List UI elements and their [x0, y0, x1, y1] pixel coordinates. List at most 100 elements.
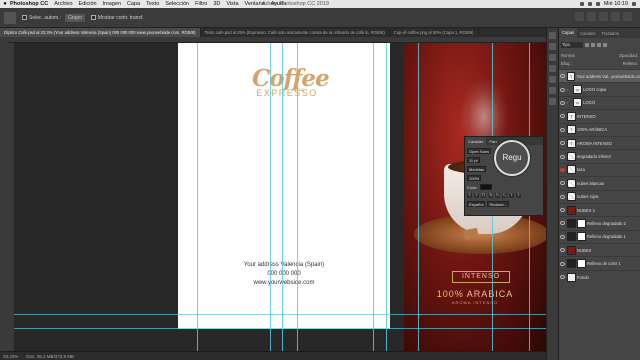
filter-pixel-icon[interactable]: [585, 42, 589, 47]
blend-mode-dropdown[interactable]: Normal: [561, 53, 575, 58]
layer-row[interactable]: NUBES 2: [559, 202, 640, 216]
eye-icon[interactable]: [560, 141, 565, 146]
menu-archivo[interactable]: Archivo: [54, 1, 72, 7]
history-icon[interactable]: [549, 32, 556, 39]
layer-name[interactable]: INTENSO: [577, 114, 596, 119]
guide-vertical[interactable]: [282, 43, 283, 351]
tab-cup-of-coffee[interactable]: Cup-of-coffee.png al 50% (Capa 1, RGB/8): [390, 28, 479, 37]
chevron-right-icon[interactable]: ›: [567, 87, 572, 92]
eye-icon[interactable]: [560, 194, 565, 199]
distribute-icon[interactable]: [611, 12, 620, 21]
guide-vertical[interactable]: [418, 43, 419, 351]
search-icon[interactable]: [632, 2, 636, 6]
tab-parrafo[interactable]: Párr: [486, 137, 500, 145]
chevron-right-icon[interactable]: ›: [567, 100, 572, 105]
layer-name[interactable]: taza: [577, 167, 585, 172]
eye-icon[interactable]: [560, 275, 565, 280]
small-caps-icon[interactable]: Tt: [488, 193, 493, 198]
layer-row[interactable]: T INTENSO: [559, 109, 640, 122]
layer-row[interactable]: nubes rojas: [559, 189, 640, 203]
layer-name[interactable]: Your address Val...yourwebside.com: [576, 74, 640, 79]
layer-row[interactable]: T 100% ARÁBICA: [559, 122, 640, 136]
layer-row[interactable]: T Your address Val...yourwebside.com: [559, 69, 640, 83]
menu-texto[interactable]: Texto: [146, 1, 159, 7]
guide-vertical[interactable]: [197, 43, 198, 351]
eye-icon[interactable]: [560, 261, 565, 266]
layer-name[interactable]: NUBES 2: [577, 208, 595, 213]
faux-bold-icon[interactable]: T: [467, 193, 472, 198]
guide-horizontal[interactable]: [14, 328, 546, 329]
layer-name[interactable]: AROMA INTENSO: [577, 141, 612, 146]
color-swatch[interactable]: [479, 184, 492, 190]
align-left-icon[interactable]: [575, 12, 584, 21]
layer-row[interactable]: NUBES: [559, 243, 640, 256]
paragraph-icon[interactable]: [549, 98, 556, 105]
auto-select-dropdown[interactable]: Grupo: [64, 13, 85, 22]
tab-texto-cafe[interactable]: Texto cafe.psd al 25% (Expresso: Café so…: [201, 28, 390, 37]
underline-icon[interactable]: T: [509, 193, 514, 198]
eye-icon[interactable]: [560, 167, 565, 172]
eye-icon[interactable]: [560, 221, 565, 226]
tab-caracter[interactable]: Carácter: [465, 137, 487, 145]
layer-name[interactable]: LOGO: [583, 100, 595, 105]
layer-row[interactable]: Relleno degradado 2: [559, 216, 640, 229]
layer-filter-dropdown[interactable]: Tipo: [561, 41, 583, 48]
eye-icon[interactable]: [560, 114, 565, 119]
tab-diptico[interactable]: Díptico Café.psd al 33,3% (Your address …: [0, 28, 201, 37]
eye-icon[interactable]: [560, 234, 565, 239]
wifi-icon[interactable]: [579, 2, 584, 6]
layer-name[interactable]: degradado inferior: [577, 154, 611, 159]
font-size-field[interactable]: 11 pt: [467, 157, 480, 163]
tab-capas[interactable]: Capas: [559, 28, 578, 38]
guide-horizontal[interactable]: [14, 314, 546, 315]
libraries-icon[interactable]: [549, 76, 556, 83]
auto-select-checkbox[interactable]: [22, 15, 27, 20]
layer-name[interactable]: Relleno degradado 2: [587, 221, 626, 226]
layer-row[interactable]: nubes blancas: [559, 176, 640, 189]
guide-vertical[interactable]: [386, 43, 387, 351]
layer-row[interactable]: T AROMA INTENSO: [559, 135, 640, 149]
filter-adjust-icon[interactable]: [591, 42, 595, 47]
eye-icon[interactable]: [560, 248, 565, 253]
layer-name[interactable]: nubes rojas: [577, 194, 599, 199]
menu-capa[interactable]: Capa: [127, 1, 140, 7]
layer-name[interactable]: Relleno degradado 1: [587, 234, 626, 239]
guide-vertical[interactable]: [373, 43, 374, 351]
menu-seleccion[interactable]: Selección: [165, 1, 189, 7]
battery-icon[interactable]: [587, 2, 592, 6]
layer-name[interactable]: LOGO copia: [583, 87, 606, 92]
menu-3d[interactable]: 3D: [213, 1, 220, 7]
eye-icon[interactable]: [560, 100, 565, 105]
tab-canales[interactable]: Canales: [577, 31, 598, 36]
layer-row[interactable]: Relleno degradado 1: [559, 229, 640, 243]
character-icon[interactable]: [549, 87, 556, 94]
layer-row[interactable]: › ▭ LOGO copia: [559, 82, 640, 95]
superscript-icon[interactable]: T¹: [495, 193, 500, 198]
filter-shape-icon[interactable]: [603, 42, 607, 47]
menu-filtro[interactable]: Filtro: [195, 1, 207, 7]
guide-vertical[interactable]: [297, 43, 298, 351]
strikethrough-icon[interactable]: T: [516, 193, 521, 198]
menu-edicion[interactable]: Edición: [79, 1, 97, 7]
layer-row[interactable]: Fondo: [559, 269, 640, 283]
align-center-icon[interactable]: [587, 12, 596, 21]
font-family-field[interactable]: Open Sans: [467, 148, 492, 154]
layer-name[interactable]: Relleno de color 1: [587, 261, 621, 266]
layer-row[interactable]: taza: [559, 162, 640, 176]
eye-icon[interactable]: [560, 154, 565, 159]
clock[interactable]: Mié 10:19: [604, 1, 628, 7]
layer-mask[interactable]: [577, 259, 586, 269]
opacity-label[interactable]: Opacidad:: [619, 53, 638, 58]
scale-field[interactable]: 100%: [467, 175, 482, 181]
layer-row[interactable]: Relleno de color 1: [559, 256, 640, 269]
layer-name[interactable]: Fondo: [577, 275, 589, 280]
volume-icon[interactable]: [595, 2, 600, 6]
properties-icon[interactable]: [549, 43, 556, 50]
layer-name[interactable]: NUBES: [577, 248, 591, 253]
tab-trazados[interactable]: Trazados: [598, 31, 621, 36]
layer-row[interactable]: degradado inferior: [559, 149, 640, 162]
filter-text-icon[interactable]: [597, 42, 601, 47]
layer-name[interactable]: nubes blancas: [577, 181, 604, 186]
eye-icon[interactable]: [560, 208, 565, 213]
mode-3d-icon[interactable]: [623, 12, 632, 21]
